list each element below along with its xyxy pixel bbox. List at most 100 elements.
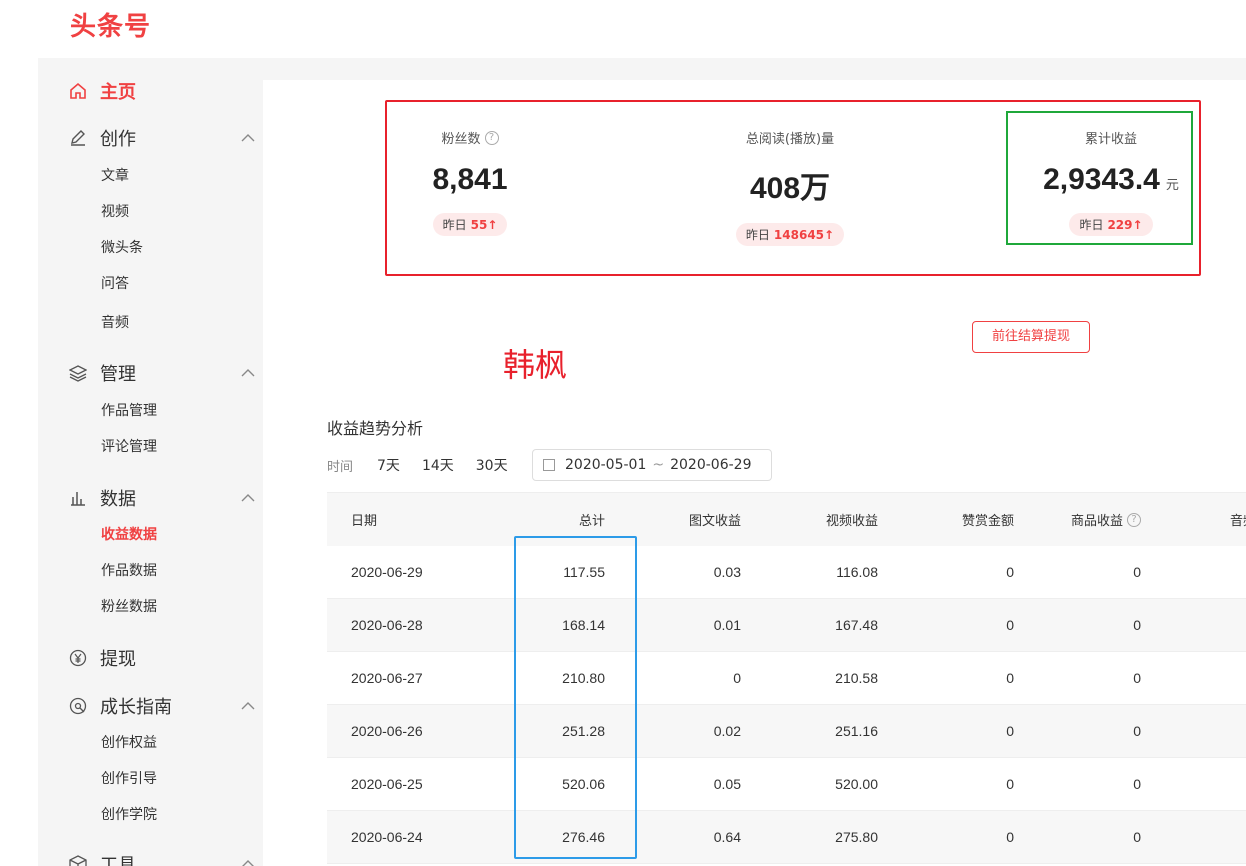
cell-date: 2020-06-25 xyxy=(351,776,423,792)
help-icon[interactable]: ? xyxy=(1127,512,1141,527)
cell-video: 210.58 xyxy=(835,670,878,686)
sidebar-item-home[interactable]: 主页 xyxy=(68,77,258,105)
trend-title: 收益趋势分析 xyxy=(327,419,424,438)
sidebar-item-label: 创作 xyxy=(100,129,136,150)
highlight-box-blue xyxy=(514,536,637,859)
cell-shop: 0 xyxy=(1133,723,1141,739)
cell-shop: 0 xyxy=(1133,617,1141,633)
watermark-text: 韩枫 xyxy=(503,346,568,384)
cell-date: 2020-06-29 xyxy=(351,564,423,580)
pencil-icon xyxy=(68,128,88,148)
sidebar-sub-income-data[interactable]: 收益数据 xyxy=(101,525,157,545)
cell-video: 275.80 xyxy=(835,829,878,845)
sidebar-item-withdraw[interactable]: 提现 xyxy=(68,644,258,672)
sidebar-item-label: 管理 xyxy=(100,364,136,385)
sidebar-sub-guide[interactable]: 创作引导 xyxy=(101,769,157,789)
chevron-up-icon[interactable] xyxy=(238,696,258,716)
cell-shop: 0 xyxy=(1133,829,1141,845)
sidebar: 主页 创作 文章 视频 微头条 问答 音频 管理 作品管理 评论管理 数据 收益… xyxy=(38,58,263,866)
box-icon xyxy=(68,854,88,866)
cell-shop: 0 xyxy=(1133,564,1141,580)
cell-tuwen: 0.03 xyxy=(713,564,741,580)
cell-zan: 0 xyxy=(1006,617,1014,633)
table-header: 日期 总计 图文收益 视频收益 赞赏金额 商品收益 ? 音频 xyxy=(327,492,1246,546)
cell-tuwen: 0.05 xyxy=(713,776,741,792)
cell-tuwen: 0 xyxy=(733,670,741,686)
cell-video: 167.48 xyxy=(835,617,878,633)
header-zan[interactable]: 赞赏金额 xyxy=(962,493,1014,546)
cell-shop: 0 xyxy=(1133,670,1141,686)
sidebar-item-data[interactable]: 数据 xyxy=(68,484,258,512)
left-gutter xyxy=(0,58,38,866)
table-row: 2020-06-28 168.14 0.01 167.48 0 0 xyxy=(327,599,1246,652)
date-range-picker[interactable]: 2020-05-01 ~ 2020-06-29 xyxy=(532,449,772,481)
cell-zan: 0 xyxy=(1006,564,1014,580)
sidebar-item-growth[interactable]: 成长指南 xyxy=(68,692,258,720)
cell-tuwen: 0.02 xyxy=(713,723,741,739)
date-start: 2020-05-01 xyxy=(565,457,647,473)
calendar-icon xyxy=(543,459,555,471)
time-option-14d[interactable]: 14天 xyxy=(422,455,454,475)
bar-chart-icon xyxy=(68,488,88,508)
cell-date: 2020-06-24 xyxy=(351,829,423,845)
withdraw-button[interactable]: 前往结算提现 xyxy=(972,321,1090,353)
time-option-7d[interactable]: 7天 xyxy=(377,455,400,475)
cell-zan: 0 xyxy=(1006,776,1014,792)
sidebar-sub-academy[interactable]: 创作学院 xyxy=(101,805,157,825)
sidebar-sub-micro[interactable]: 微头条 xyxy=(101,238,143,258)
layers-icon xyxy=(68,363,88,383)
cell-zan: 0 xyxy=(1006,670,1014,686)
sidebar-sub-rights[interactable]: 创作权益 xyxy=(101,733,157,753)
cell-video: 116.08 xyxy=(836,564,878,580)
cell-date: 2020-06-28 xyxy=(351,617,423,633)
sidebar-sub-qa[interactable]: 问答 xyxy=(101,274,129,294)
sidebar-item-label: 数据 xyxy=(100,489,136,510)
time-option-30d[interactable]: 30天 xyxy=(476,455,508,475)
chevron-up-icon[interactable] xyxy=(238,128,258,148)
sidebar-sub-article[interactable]: 文章 xyxy=(101,166,129,186)
date-separator: ~ xyxy=(652,457,665,473)
sidebar-item-label: 成长指南 xyxy=(100,697,172,718)
header-video[interactable]: 视频收益 xyxy=(826,493,878,546)
cell-date: 2020-06-27 xyxy=(351,670,423,686)
header-audio[interactable]: 音频 xyxy=(1230,493,1246,546)
chevron-up-icon[interactable] xyxy=(238,488,258,508)
cell-tuwen: 0.01 xyxy=(713,617,741,633)
cell-zan: 0 xyxy=(1006,829,1014,845)
time-filter: 时间 7天 14天 30天 xyxy=(327,449,530,481)
sidebar-item-label: 工具 xyxy=(100,855,136,866)
compass-icon xyxy=(68,696,88,716)
sidebar-item-create[interactable]: 创作 xyxy=(68,124,258,152)
header-date: 日期 xyxy=(351,514,378,529)
sidebar-sub-works[interactable]: 作品管理 xyxy=(101,401,157,421)
cell-tuwen: 0.64 xyxy=(713,829,741,845)
top-bar: 头条号 xyxy=(0,0,1246,58)
sidebar-sub-works-data[interactable]: 作品数据 xyxy=(101,561,157,581)
date-end: 2020-06-29 xyxy=(670,457,752,473)
app-logo[interactable]: 头条号 xyxy=(70,6,151,43)
sidebar-sub-audio[interactable]: 音频 xyxy=(101,313,129,333)
sidebar-item-manage[interactable]: 管理 xyxy=(68,359,258,387)
sidebar-sub-fans-data[interactable]: 粉丝数据 xyxy=(101,597,157,617)
cell-video: 520.00 xyxy=(835,776,878,792)
chevron-up-icon[interactable] xyxy=(238,363,258,383)
sidebar-item-label: 提现 xyxy=(100,649,136,670)
header-tuwen[interactable]: 图文收益 xyxy=(689,493,741,546)
sidebar-item-tools[interactable]: 工具 xyxy=(68,850,258,866)
chevron-up-icon[interactable] xyxy=(238,854,258,866)
cell-shop: 0 xyxy=(1133,776,1141,792)
sidebar-sub-video[interactable]: 视频 xyxy=(101,202,129,222)
home-icon xyxy=(68,81,88,101)
cell-zan: 0 xyxy=(1006,723,1014,739)
sidebar-item-label: 主页 xyxy=(100,82,136,103)
time-label: 时间 xyxy=(327,459,354,475)
table-row: 2020-06-24 276.46 0.64 275.80 0 0 xyxy=(327,811,1246,864)
sidebar-sub-comments[interactable]: 评论管理 xyxy=(101,437,157,457)
cell-video: 251.16 xyxy=(835,723,878,739)
cell-date: 2020-06-26 xyxy=(351,723,423,739)
highlight-box-green xyxy=(1006,111,1193,245)
table-row: 2020-06-25 520.06 0.05 520.00 0 0 xyxy=(327,758,1246,811)
yuan-coin-icon xyxy=(68,648,88,668)
header-shop[interactable]: 商品收益 ? xyxy=(1071,493,1141,546)
table-row: 2020-06-26 251.28 0.02 251.16 0 0 xyxy=(327,705,1246,758)
